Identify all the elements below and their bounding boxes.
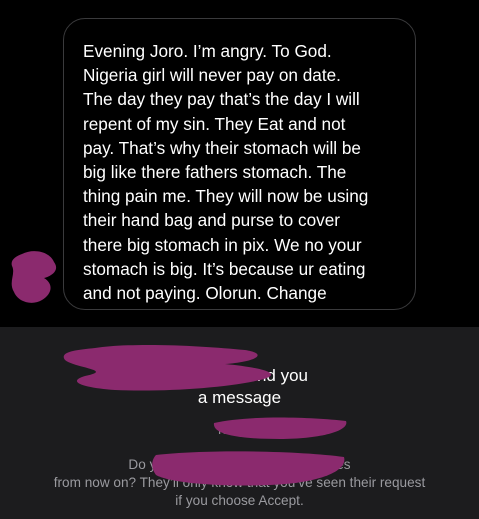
sender-avatar[interactable] [8,248,64,306]
chat-area: Evening Joro. I’m angry. To God. Nigeria… [0,0,479,327]
followers-redaction [213,417,347,439]
username-redaction [63,344,272,391]
message-text: Evening Joro. I’m angry. To God. Nigeria… [83,41,369,304]
message-request-panel: wants to send you a message followe Do y… [0,327,479,519]
notice-redaction [152,451,345,486]
message-bubble[interactable]: Evening Joro. I’m angry. To God. Nigeria… [63,18,416,310]
avatar-redaction-scribble [11,251,57,303]
